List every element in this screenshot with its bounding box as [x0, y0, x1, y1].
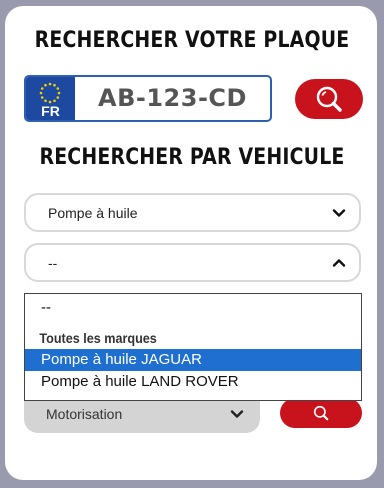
- plate-input[interactable]: FR AB-123-CD: [24, 75, 272, 122]
- eu-flag-badge: FR: [26, 77, 75, 120]
- plate-search-button[interactable]: [295, 79, 363, 119]
- search-icon: [313, 405, 329, 421]
- chevron-down-icon: [230, 410, 244, 418]
- chevron-up-icon: [332, 259, 346, 267]
- search-icon: [316, 86, 342, 112]
- plate-search-heading: RECHERCHER VOTRE PLAQUE: [34, 28, 350, 53]
- product-select-value: Pompe à huile: [48, 205, 138, 221]
- brand-select[interactable]: --: [24, 243, 361, 282]
- vehicle-search-button[interactable]: [280, 398, 362, 428]
- brand-dropdown-list: -- Toutes les marques Pompe à huile JAGU…: [24, 293, 362, 401]
- country-code: FR: [41, 103, 60, 119]
- chevron-down-icon: [332, 209, 346, 217]
- motorisation-select-value: Motorisation: [46, 406, 123, 422]
- plate-value[interactable]: AB-123-CD: [75, 77, 270, 120]
- dropdown-optgroup-label: Toutes les marques: [39, 330, 157, 346]
- brand-select-value: --: [48, 255, 58, 271]
- product-select[interactable]: Pompe à huile: [24, 193, 361, 232]
- vehicle-search-heading: RECHERCHER PAR VEHICULE: [39, 145, 345, 170]
- dropdown-option-jaguar[interactable]: Pompe à huile JAGUAR: [25, 349, 361, 371]
- motorisation-select[interactable]: Motorisation: [24, 396, 260, 433]
- dropdown-option-empty[interactable]: --: [25, 294, 361, 324]
- eu-stars-icon: [39, 82, 61, 104]
- dropdown-option-land-rover[interactable]: Pompe à huile LAND ROVER: [25, 371, 361, 393]
